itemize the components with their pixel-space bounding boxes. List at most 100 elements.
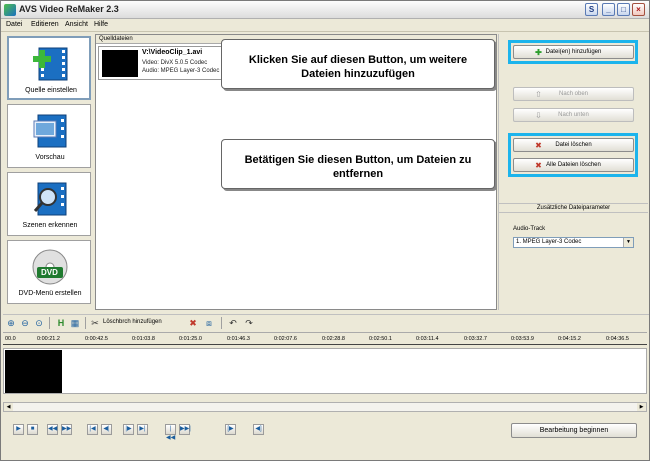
add-callout-text: Klicken Sie auf diesen Button, um weiter… — [248, 54, 468, 80]
file-thumbnail — [102, 50, 138, 77]
move-down-label: Nach unten — [558, 112, 589, 118]
ruler-line — [3, 344, 647, 345]
delete-file-button[interactable]: ✖ Datei löschen — [513, 138, 634, 152]
add-source-icon — [31, 44, 71, 84]
previous-frame-icon[interactable]: ◀| — [101, 424, 112, 435]
delete-files-callout: Betätigen Sie diesen Button, um Dateien … — [221, 139, 495, 189]
delete-all-label: Alle Dateien löschen — [546, 162, 601, 168]
minimize-button[interactable]: _ — [602, 3, 615, 16]
menu-datei[interactable]: Datei — [6, 21, 22, 28]
ruler-tick-label: 00.0 — [5, 336, 16, 342]
sidebar: Quelle einstellen Vorschau Szenen erkenn… — [5, 34, 95, 310]
go-to-end-icon[interactable]: ▶| — [137, 424, 148, 435]
delete-all-breaks-icon[interactable]: ⧈ — [203, 317, 215, 329]
sidebar-item-label: DVD-Menü erstellen — [18, 290, 82, 297]
sidebar-item-dvd-menu[interactable]: DVD DVD-Menü erstellen — [7, 240, 91, 304]
split-icon[interactable]: H — [55, 317, 67, 329]
transport-bar: ▶ ■ ◀◀ ▶▶ |◀ ◀| |▶ ▶| |◀◀ ▶▶| [▶ ◀] Bear… — [3, 415, 647, 455]
app-window: AVS Video ReMaker 2.3 S _ □ × Datei Edit… — [0, 0, 650, 461]
grid-icon[interactable]: ▦ — [69, 317, 81, 329]
delete-break-icon[interactable]: ✖ — [187, 317, 199, 329]
scroll-right-icon[interactable]: ▶ — [637, 403, 646, 411]
file-name: V:\VideoClip_1.avi — [142, 49, 203, 56]
remove-break-label[interactable]: Löschbrch hinzufügen — [103, 319, 162, 325]
move-down-button[interactable]: ⇩ Nach unten — [513, 108, 634, 122]
scene-detect-icon — [30, 179, 70, 219]
scroll-left-icon[interactable]: ◀ — [4, 403, 13, 411]
next-frame-icon[interactable]: |▶ — [123, 424, 134, 435]
ruler-tick-label: 0:01:25.0 — [179, 336, 202, 342]
scissors-icon[interactable]: ✂ — [89, 317, 101, 329]
delete-all-button[interactable]: ✖ Alle Dateien löschen — [513, 158, 634, 172]
audio-track-label: Audio-Track — [513, 226, 546, 232]
menu-editieren[interactable]: Editieren — [31, 21, 59, 28]
preview-icon — [30, 111, 70, 151]
move-up-button[interactable]: ⇧ Nach oben — [513, 87, 634, 101]
redo-icon[interactable]: ↷ — [243, 317, 255, 329]
sidebar-item-label: Quelle einstellen — [25, 87, 77, 94]
mark-out-icon[interactable]: ◀] — [253, 424, 264, 435]
help-icon[interactable]: S — [585, 3, 598, 16]
chevron-down-icon[interactable]: ▼ — [623, 238, 633, 247]
app-logo-icon — [4, 4, 16, 16]
menu-bar: Datei Editieren Ansicht Hilfe — [1, 19, 649, 32]
stop-icon[interactable]: ■ — [27, 424, 38, 435]
ruler-tick-label: 0:00:42.5 — [85, 336, 108, 342]
ruler-tick-label: 0:03:32.7 — [464, 336, 487, 342]
play-icon[interactable]: ▶ — [13, 424, 24, 435]
maximize-button[interactable]: □ — [617, 3, 630, 16]
sidebar-item-label: Szenen erkennen — [22, 222, 78, 229]
timeline-track[interactable] — [3, 348, 647, 394]
ruler-tick-label: 0:03:11.4 — [416, 336, 439, 342]
ruler-tick-label: 0:00:21.2 — [37, 336, 60, 342]
sidebar-item-source[interactable]: Quelle einstellen — [7, 36, 91, 100]
ruler-tick-label: 0:01:03.8 — [132, 336, 155, 342]
timeline-ruler: 00.0 0:00:21.2 0:00:42.5 0:01:03.8 0:01:… — [3, 332, 647, 346]
file-list-header-label: Quelldateien — [99, 36, 133, 42]
delete-all-icon: ✖ — [535, 161, 542, 170]
mark-in-icon[interactable]: [▶ — [225, 424, 236, 435]
plus-icon: ✚ — [535, 48, 542, 57]
sidebar-item-preview[interactable]: Vorschau — [7, 104, 91, 168]
start-processing-button[interactable]: Bearbeitung beginnen — [511, 423, 637, 438]
menu-hilfe[interactable]: Hilfe — [94, 21, 108, 28]
file-video-info: Video: DivX 5.0.5 Codec — [142, 60, 208, 66]
audio-track-select[interactable]: 1. MPEG Layer-3 Codec ▼ — [513, 237, 634, 248]
file-audio-info: Audio: MPEG Layer-3 Codec — [142, 68, 220, 74]
add-files-button[interactable]: ✚ Datei(en) hinzufügen — [513, 45, 634, 59]
menu-ansicht[interactable]: Ansicht — [65, 21, 88, 28]
timeline-scrollbar[interactable]: ◀ ▶ — [3, 402, 647, 412]
undo-icon[interactable]: ↶ — [227, 317, 239, 329]
toolbar-divider — [49, 317, 50, 329]
sidebar-item-scenes[interactable]: Szenen erkennen — [7, 172, 91, 236]
fast-forward-icon[interactable]: ▶▶ — [61, 424, 72, 435]
delete-file-icon: ✖ — [535, 141, 542, 150]
rewind-icon[interactable]: ◀◀ — [47, 424, 58, 435]
move-up-label: Nach oben — [558, 91, 589, 97]
window-title: AVS Video ReMaker 2.3 — [19, 4, 119, 14]
timeline-clip[interactable] — [5, 350, 62, 393]
sidebar-item-label: Vorschau — [35, 154, 65, 161]
ruler-tick-label: 0:01:46.3 — [227, 336, 250, 342]
toolbar-divider — [85, 317, 86, 329]
go-to-start-icon[interactable]: |◀ — [87, 424, 98, 435]
delete-file-label: Datei löschen — [555, 142, 592, 148]
zoom-out-icon[interactable]: ⊖ — [19, 317, 31, 329]
arrow-down-icon: ⇩ — [535, 111, 542, 120]
next-break-icon[interactable]: ▶▶| — [179, 424, 191, 435]
zoom-in-icon[interactable]: ⊕ — [5, 317, 17, 329]
previous-break-icon[interactable]: |◀◀ — [165, 424, 176, 441]
extra-params-title: Zusätzliche Dateiparameter — [499, 203, 648, 213]
file-actions-panel: ✚ Datei(en) hinzufügen ⇧ Nach oben ⇩ Nac… — [498, 34, 648, 310]
timeline-toolbar: ⊕ ⊖ ⊙ H ▦ ✂ Löschbrch hinzufügen ✖ ⧈ ↶ ↷ — [3, 314, 649, 330]
add-files-label: Datei(en) hinzufügen — [545, 49, 602, 55]
ruler-tick-label: 0:02:50.1 — [369, 336, 392, 342]
audio-track-value: 1. MPEG Layer-3 Codec — [516, 239, 582, 245]
close-button[interactable]: × — [632, 3, 645, 16]
ruler-tick-label: 0:04:15.2 — [558, 336, 581, 342]
ruler-tick-label: 0:02:07.6 — [274, 336, 297, 342]
dvd-menu-icon: DVD — [30, 247, 70, 287]
zoom-fit-icon[interactable]: ⊙ — [33, 317, 45, 329]
title-bar: AVS Video ReMaker 2.3 S _ □ × — [1, 1, 649, 19]
delete-callout-text: Betätigen Sie diesen Button, um Dateien … — [244, 154, 472, 180]
